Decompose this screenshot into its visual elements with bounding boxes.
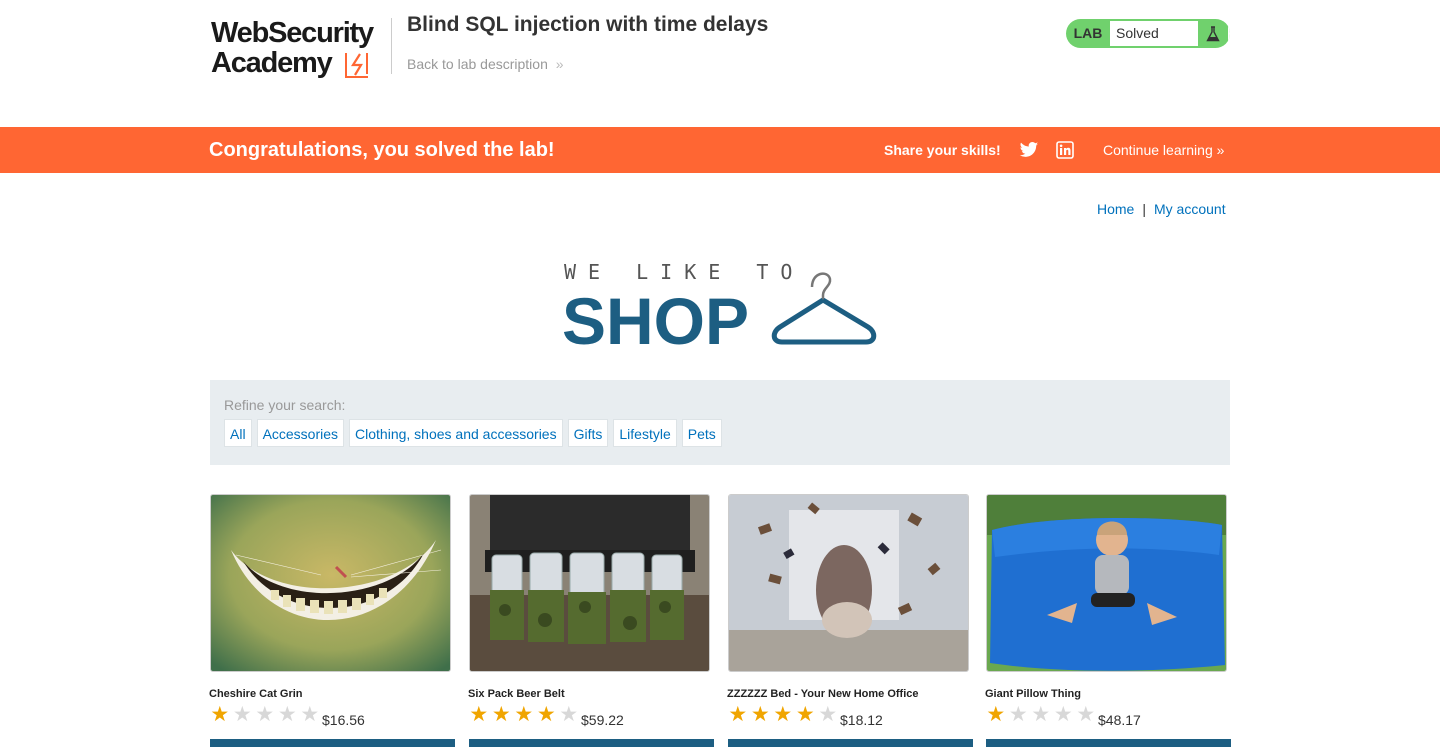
star-empty-icon: ★	[818, 703, 838, 726]
star-empty-icon: ★	[1031, 703, 1051, 726]
product-grid: Cheshire Cat Grin ★ ★ ★ ★ ★ $16.56 Six P…	[209, 494, 1239, 747]
product-rating-1-of-5: ★ ★ ★ ★ ★	[209, 703, 321, 726]
star-filled-icon: ★	[514, 703, 534, 726]
nav-separator: |	[1142, 201, 1146, 217]
star-filled-icon: ★	[469, 703, 489, 726]
back-link-text: Back to lab description	[407, 56, 548, 72]
star-filled-icon: ★	[491, 703, 511, 726]
product-card: Giant Pillow Thing ★ ★ ★ ★ ★ $48.17	[985, 494, 1231, 747]
category-gifts[interactable]: Gifts	[567, 419, 609, 447]
product-price: $18.12	[840, 712, 883, 728]
product-card: ZZZZZZ Bed - Your New Home Office ★ ★ ★ ★ ★ …	[727, 494, 973, 747]
refine-search-label: Refine your search:	[224, 397, 346, 413]
congratulations-message: Congratulations, you solved the lab!	[209, 139, 555, 161]
category-pets[interactable]: Pets	[681, 419, 722, 447]
product-rating-4-of-5: ★ ★ ★ ★ ★	[468, 703, 580, 726]
category-accessories[interactable]: Accessories	[256, 419, 345, 447]
product-name: Six Pack Beer Belt	[468, 688, 565, 700]
category-clothing[interactable]: Clothing, shoes and accessories	[349, 419, 563, 447]
shop-logo-tagline: WE LIKE TO	[564, 262, 804, 284]
product-card: Cheshire Cat Grin ★ ★ ★ ★ ★ $16.56	[209, 494, 455, 747]
view-details-button[interactable]	[728, 739, 973, 747]
academy-header: WebSecurity Academy Blind SQL injection …	[0, 0, 1440, 127]
product-rating-1-of-5: ★ ★ ★ ★ ★	[985, 703, 1097, 726]
shop-logo-word: SHOP	[562, 284, 749, 347]
logo-divider	[391, 18, 392, 74]
home-link[interactable]: Home	[1097, 201, 1134, 217]
web-security-academy-logo[interactable]: WebSecurity Academy	[211, 18, 391, 84]
star-empty-icon: ★	[1076, 703, 1096, 726]
double-chevron-right-icon: »	[1216, 142, 1225, 158]
star-filled-icon: ★	[986, 703, 1006, 726]
star-empty-icon: ★	[277, 703, 297, 726]
logo-line2-text: Academy	[211, 47, 333, 79]
logo-bolt-icon	[345, 53, 368, 78]
star-filled-icon: ★	[536, 703, 556, 726]
my-account-link[interactable]: My account	[1154, 201, 1226, 217]
star-empty-icon: ★	[255, 703, 275, 726]
star-filled-icon: ★	[773, 703, 793, 726]
category-list: All Accessories Clothing, shoes and acce…	[224, 419, 722, 447]
star-filled-icon: ★	[210, 703, 230, 726]
giant-pillow-image[interactable]	[986, 494, 1227, 672]
double-chevron-right-icon: »	[555, 56, 564, 72]
star-empty-icon: ★	[559, 703, 579, 726]
view-details-button[interactable]	[469, 739, 714, 747]
share-skills-label: Share your skills!	[884, 142, 1001, 158]
star-empty-icon: ★	[1053, 703, 1073, 726]
beer-belt-image[interactable]	[469, 494, 710, 672]
lab-badge: LAB	[1073, 25, 1103, 41]
product-name: Giant Pillow Thing	[985, 688, 1081, 700]
lab-title: Blind SQL injection with time delays	[407, 13, 769, 36]
we-like-to-shop-logo: WE LIKE TO SHOP	[562, 262, 877, 347]
star-filled-icon: ★	[750, 703, 770, 726]
continue-learning-link[interactable]: Continue learning »	[1103, 142, 1224, 158]
star-filled-icon: ★	[795, 703, 815, 726]
linkedin-icon[interactable]	[1056, 141, 1074, 159]
product-name: Cheshire Cat Grin	[209, 688, 303, 700]
star-empty-icon: ★	[232, 703, 252, 726]
product-price: $59.22	[581, 712, 624, 728]
logo-line1: WebSecurity	[211, 17, 374, 49]
category-filter: Refine your search: All Accessories Clot…	[210, 380, 1230, 465]
view-details-button[interactable]	[986, 739, 1231, 747]
category-all[interactable]: All	[224, 419, 252, 447]
product-name: ZZZZZZ Bed - Your New Home Office	[727, 688, 919, 700]
lab-solved-banner: Congratulations, you solved the lab! Sha…	[0, 127, 1440, 173]
flask-icon	[1198, 21, 1228, 46]
product-rating-4-of-5: ★ ★ ★ ★ ★	[727, 703, 839, 726]
star-empty-icon: ★	[300, 703, 320, 726]
product-card: Six Pack Beer Belt ★ ★ ★ ★ ★ $59.22	[468, 494, 714, 747]
lab-status-widget: LAB Solved	[1066, 19, 1230, 48]
back-to-lab-description-link[interactable]: Back to lab description »	[407, 56, 564, 72]
continue-learning-text: Continue learning	[1103, 142, 1213, 158]
flying-books-image[interactable]	[728, 494, 969, 672]
product-price: $16.56	[322, 712, 365, 728]
star-filled-icon: ★	[728, 703, 748, 726]
cheshire-grin-image[interactable]	[210, 494, 451, 672]
top-nav-links: Home | My account	[1097, 201, 1226, 217]
star-empty-icon: ★	[1008, 703, 1028, 726]
category-lifestyle[interactable]: Lifestyle	[613, 419, 677, 447]
view-details-button[interactable]	[210, 739, 455, 747]
logo-line2: Academy	[211, 48, 391, 78]
twitter-icon[interactable]	[1019, 140, 1039, 160]
product-price: $48.17	[1098, 712, 1141, 728]
